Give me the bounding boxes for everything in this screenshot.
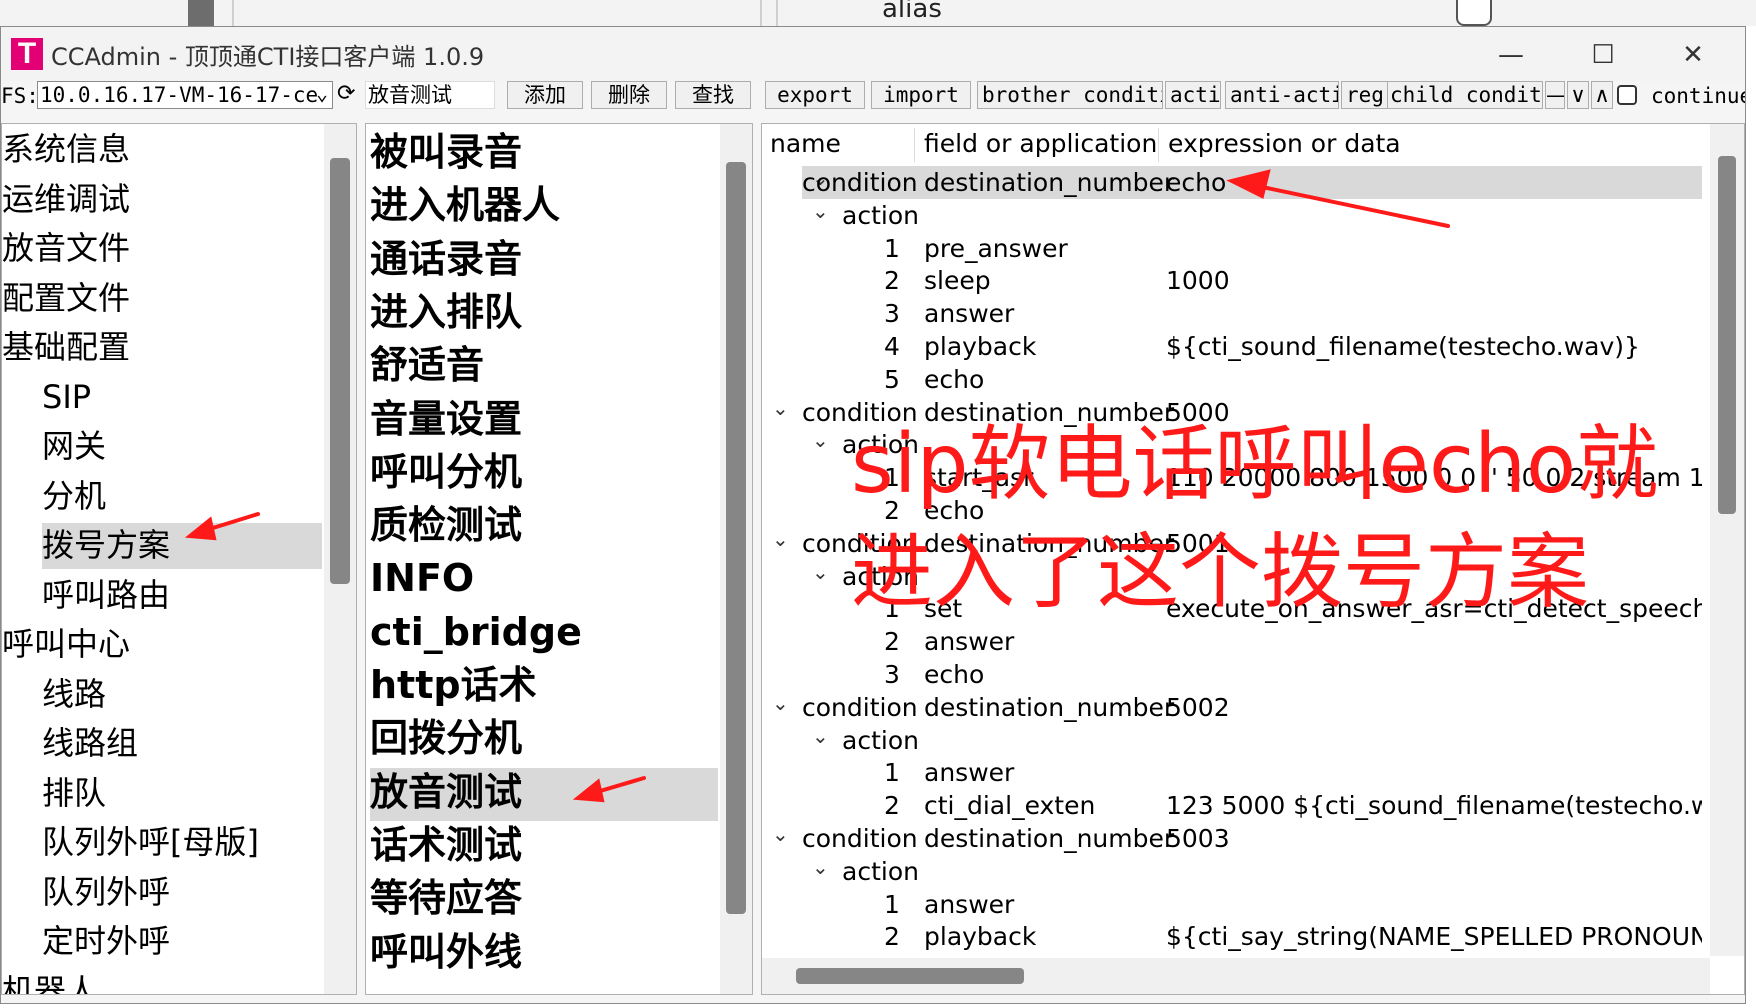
- arrow-to-echo-condition: [1246, 182, 1450, 228]
- annotation-arrows: [184, 169, 1450, 803]
- arrow-head-icon: [184, 516, 217, 541]
- arrow-head-icon: [1226, 169, 1271, 199]
- arrow-head-icon: [572, 778, 605, 803]
